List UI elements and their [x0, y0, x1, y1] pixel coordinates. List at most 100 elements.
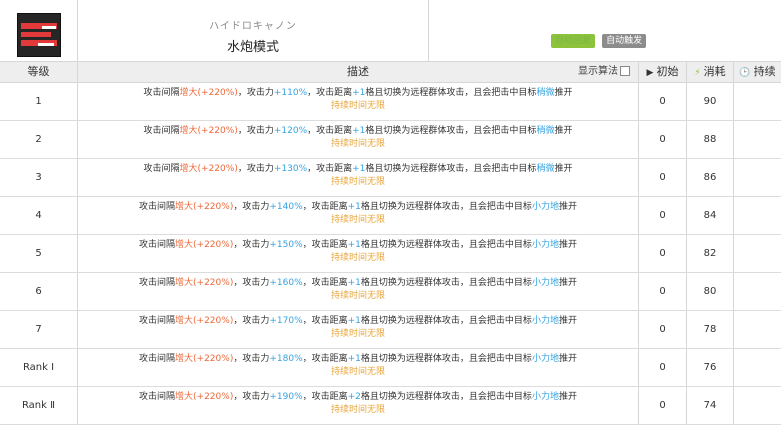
description-cell: 攻击间隔增大(+220%)，攻击力+130%，攻击距离+1格且切换为远程群体攻击…	[78, 159, 639, 196]
initial-cell: 0	[639, 273, 687, 310]
table-row: 3 攻击间隔增大(+220%)，攻击力+130%，攻击距离+1格且切换为远程群体攻…	[0, 159, 781, 197]
desc-interval-change: 增大(+220%)	[175, 354, 234, 364]
skill-subtitle: ハイドロキャノン	[209, 21, 297, 32]
desc-text: 格且切换为远程群体攻击，且会把击中目标	[360, 278, 532, 288]
cost-cell: 82	[687, 235, 734, 272]
initial-cell: 0	[639, 311, 687, 348]
desc-text: ，攻击力	[237, 126, 274, 136]
cost-cell: 86	[687, 159, 734, 196]
desc-text: ，攻击力	[233, 240, 270, 250]
table-row: 5 攻击间隔增大(+220%)，攻击力+150%，攻击距离+1格且切换为远程群体攻…	[0, 235, 781, 273]
cost-cell: 76	[687, 349, 734, 386]
desc-text: 格且切换为远程群体攻击，且会把击中目标	[360, 354, 532, 364]
header-initial-label: 初始	[656, 65, 679, 78]
desc-range-bonus: +1	[347, 202, 361, 212]
skill-icon	[17, 13, 61, 57]
duration-cell	[734, 311, 781, 348]
desc-text: 推开	[558, 202, 577, 212]
desc-text: ，攻击距离	[302, 354, 348, 364]
description-line: 攻击间隔增大(+220%)，攻击力+160%，攻击距离+1格且切换为远程群体攻击…	[78, 277, 638, 290]
description-cell: 攻击间隔增大(+220%)，攻击力+140%，攻击距离+1格且切换为远程群体攻击…	[78, 197, 639, 234]
description-cell: 攻击间隔增大(+220%)，攻击力+180%，攻击距离+1格且切换为远程群体攻击…	[78, 349, 639, 386]
desc-duration-note: 持续时间无限	[330, 253, 385, 263]
desc-push-strength: 小力地	[531, 240, 559, 250]
desc-push-strength: 小力地	[531, 354, 559, 364]
desc-text: 攻击间隔	[139, 316, 176, 326]
desc-push-strength: 小力地	[531, 278, 559, 288]
level-cell: 4	[0, 197, 78, 234]
desc-text: 攻击间隔	[139, 354, 176, 364]
desc-interval-change: 增大(+220%)	[175, 202, 234, 212]
desc-attack-bonus: +150%	[269, 240, 303, 250]
header-cost: ⚡ 消耗	[687, 62, 734, 82]
skill-level-rows: 1 攻击间隔增大(+220%)，攻击力+110%，攻击距离+1格且切换为远程群体攻…	[0, 83, 781, 425]
desc-attack-bonus: +170%	[269, 316, 303, 326]
show-algorithm-label: 显示算法	[578, 66, 618, 77]
initial-cell: 0	[639, 159, 687, 196]
initial-cell: 0	[639, 121, 687, 158]
desc-attack-bonus: +160%	[269, 278, 303, 288]
desc-push-strength: 小力地	[531, 316, 559, 326]
header-description: 描述	[78, 62, 639, 82]
desc-text: ，攻击距离	[302, 392, 348, 402]
duration-cell	[734, 159, 781, 196]
description-line: 攻击间隔增大(+220%)，攻击力+150%，攻击距离+1格且切换为远程群体攻击…	[78, 239, 638, 252]
desc-text: 攻击间隔	[143, 164, 180, 174]
level-cell: 2	[0, 121, 78, 158]
description-cell: 攻击间隔增大(+220%)，攻击力+170%，攻击距离+1格且切换为远程群体攻击…	[78, 311, 639, 348]
cost-cell: 88	[687, 121, 734, 158]
lightning-icon: ⚡	[694, 68, 701, 78]
desc-text: ，攻击力	[237, 88, 274, 98]
desc-text: 格且切换为远程群体攻击，且会把击中目标	[360, 392, 532, 402]
skill-header: ハイドロキャノン 水炮模式 自动回复 自动触发	[0, 0, 781, 62]
level-cell: 1	[0, 83, 78, 120]
table-row: Rank Ⅰ 攻击间隔增大(+220%)，攻击力+180%，攻击距离+1格且切换为…	[0, 349, 781, 387]
show-algorithm-checkbox[interactable]	[620, 66, 630, 76]
desc-range-bonus: +1	[347, 354, 361, 364]
desc-interval-change: 增大(+220%)	[175, 316, 234, 326]
desc-range-bonus: +1	[347, 278, 361, 288]
description-cell: 攻击间隔增大(+220%)，攻击力+110%，攻击距离+1格且切换为远程群体攻击…	[78, 83, 639, 120]
skill-tags: 自动回复 自动触发	[551, 28, 648, 48]
table-row: 4 攻击间隔增大(+220%)，攻击力+140%，攻击距离+1格且切换为远程群体攻…	[0, 197, 781, 235]
desc-text: ，攻击距离	[302, 316, 348, 326]
skill-title: 水炮模式	[226, 40, 279, 55]
header-initial: ▶ 初始	[639, 62, 687, 82]
desc-interval-change: 增大(+220%)	[175, 240, 234, 250]
desc-text: ，攻击距离	[307, 88, 353, 98]
cost-cell: 90	[687, 83, 734, 120]
description-line: 攻击间隔增大(+220%)，攻击力+190%，攻击距离+2格且切换为远程群体攻击…	[78, 391, 638, 404]
desc-attack-bonus: +180%	[269, 354, 303, 364]
desc-text: 推开	[558, 392, 577, 402]
level-cell: 5	[0, 235, 78, 272]
desc-push-strength: 小力地	[531, 202, 559, 212]
desc-text: 推开	[554, 88, 573, 98]
desc-text: 推开	[558, 278, 577, 288]
desc-push-strength: 稍微	[536, 88, 555, 98]
desc-duration-note: 持续时间无限	[330, 329, 385, 339]
desc-text: ，攻击力	[233, 278, 270, 288]
header-duration-label: 持续	[753, 65, 776, 78]
description-cell: 攻击间隔增大(+220%)，攻击力+160%，攻击距离+1格且切换为远程群体攻击…	[78, 273, 639, 310]
desc-push-strength: 小力地	[531, 392, 559, 402]
show-algorithm-toggle[interactable]: 显示算法	[578, 62, 630, 82]
level-cell: Rank Ⅰ	[0, 349, 78, 386]
duration-cell	[734, 235, 781, 272]
play-icon: ▶	[646, 68, 654, 78]
desc-text: 格且切换为远程群体攻击，且会把击中目标	[360, 202, 532, 212]
duration-cell	[734, 273, 781, 310]
desc-text: ，攻击距离	[307, 126, 353, 136]
description-line: 攻击间隔增大(+220%)，攻击力+140%，攻击距离+1格且切换为远程群体攻击…	[78, 201, 638, 214]
desc-text: ，攻击距离	[302, 240, 348, 250]
desc-text: 推开	[554, 164, 573, 174]
cost-cell: 78	[687, 311, 734, 348]
table-row: 6 攻击间隔增大(+220%)，攻击力+160%，攻击距离+1格且切换为远程群体攻…	[0, 273, 781, 311]
header-cost-label: 消耗	[703, 65, 726, 78]
desc-text: 格且切换为远程群体攻击，且会把击中目标	[365, 164, 537, 174]
initial-cell: 0	[639, 197, 687, 234]
desc-attack-bonus: +140%	[269, 202, 303, 212]
duration-cell	[734, 121, 781, 158]
skill-panel: ハイドロキャノン 水炮模式 自动回复 自动触发 等级 描述 显示算法 ▶ 初始 ⚡…	[0, 0, 781, 428]
initial-cell: 0	[639, 349, 687, 386]
level-cell: 6	[0, 273, 78, 310]
